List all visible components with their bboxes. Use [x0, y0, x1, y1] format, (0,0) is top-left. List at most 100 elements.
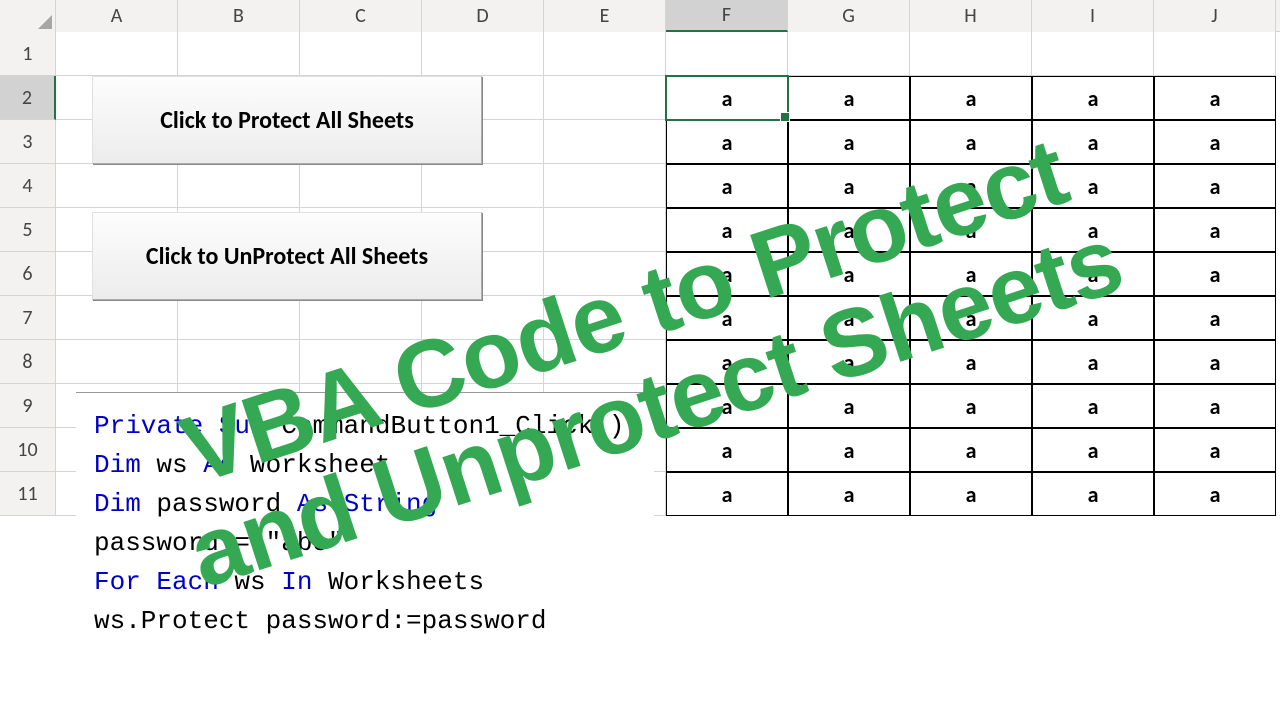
- cell-F11[interactable]: a: [666, 472, 788, 516]
- cell-G9[interactable]: a: [788, 384, 910, 428]
- cell-G3[interactable]: a: [788, 120, 910, 164]
- cell-J5[interactable]: a: [1154, 208, 1276, 252]
- cell-I8[interactable]: a: [1032, 340, 1154, 384]
- protect-button[interactable]: Click to Protect All Sheets: [92, 76, 482, 164]
- cell-C4[interactable]: [300, 164, 422, 208]
- cell-C1[interactable]: [300, 32, 422, 76]
- cell-H8[interactable]: a: [910, 340, 1032, 384]
- cell-A4[interactable]: [56, 164, 178, 208]
- col-header-E[interactable]: E: [544, 0, 666, 32]
- col-header-I[interactable]: I: [1032, 0, 1154, 32]
- row-header-7[interactable]: 7: [0, 296, 56, 340]
- cell-D4[interactable]: [422, 164, 544, 208]
- cell-D8[interactable]: [422, 340, 544, 384]
- cell-F6[interactable]: a: [666, 252, 788, 296]
- cell-B4[interactable]: [178, 164, 300, 208]
- cell-J3[interactable]: a: [1154, 120, 1276, 164]
- cell-I7[interactable]: a: [1032, 296, 1154, 340]
- row-header-9[interactable]: 9: [0, 384, 56, 428]
- cell-I5[interactable]: a: [1032, 208, 1154, 252]
- col-header-G[interactable]: G: [788, 0, 910, 32]
- col-header-F[interactable]: F: [666, 0, 788, 32]
- cell-F5[interactable]: a: [666, 208, 788, 252]
- row-header-10[interactable]: 10: [0, 428, 56, 472]
- cell-G7[interactable]: a: [788, 296, 910, 340]
- col-header-C[interactable]: C: [300, 0, 422, 32]
- cell-J11[interactable]: a: [1154, 472, 1276, 516]
- col-header-J[interactable]: J: [1154, 0, 1276, 32]
- cell-F9[interactable]: a: [666, 384, 788, 428]
- cell-F10[interactable]: a: [666, 428, 788, 472]
- row-header-8[interactable]: 8: [0, 340, 56, 384]
- row-header-4[interactable]: 4: [0, 164, 56, 208]
- cell-I2[interactable]: a: [1032, 76, 1154, 120]
- cell-F4[interactable]: a: [666, 164, 788, 208]
- cell-A1[interactable]: [56, 32, 178, 76]
- cell-H10[interactable]: a: [910, 428, 1032, 472]
- cell-G10[interactable]: a: [788, 428, 910, 472]
- cell-G1[interactable]: [788, 32, 910, 76]
- row-header-2[interactable]: 2: [0, 76, 56, 120]
- cell-J1[interactable]: [1154, 32, 1276, 76]
- cell-E6[interactable]: [544, 252, 666, 296]
- col-header-D[interactable]: D: [422, 0, 544, 32]
- cell-A8[interactable]: [56, 340, 178, 384]
- cell-G5[interactable]: a: [788, 208, 910, 252]
- cell-J6[interactable]: a: [1154, 252, 1276, 296]
- cell-B8[interactable]: [178, 340, 300, 384]
- cell-B7[interactable]: [178, 296, 300, 340]
- cell-C8[interactable]: [300, 340, 422, 384]
- cell-G6[interactable]: a: [788, 252, 910, 296]
- cell-E3[interactable]: [544, 120, 666, 164]
- cell-I9[interactable]: a: [1032, 384, 1154, 428]
- cell-J8[interactable]: a: [1154, 340, 1276, 384]
- cell-B1[interactable]: [178, 32, 300, 76]
- cell-E5[interactable]: [544, 208, 666, 252]
- cell-H2[interactable]: a: [910, 76, 1032, 120]
- cell-H3[interactable]: a: [910, 120, 1032, 164]
- cell-J7[interactable]: a: [1154, 296, 1276, 340]
- cell-G11[interactable]: a: [788, 472, 910, 516]
- row-header-1[interactable]: 1: [0, 32, 56, 76]
- cell-J9[interactable]: a: [1154, 384, 1276, 428]
- cell-F7[interactable]: a: [666, 296, 788, 340]
- cell-E8[interactable]: [544, 340, 666, 384]
- cell-H5[interactable]: a: [910, 208, 1032, 252]
- cell-G8[interactable]: a: [788, 340, 910, 384]
- cell-H7[interactable]: a: [910, 296, 1032, 340]
- cell-H11[interactable]: a: [910, 472, 1032, 516]
- row-header-11[interactable]: 11: [0, 472, 56, 516]
- col-header-H[interactable]: H: [910, 0, 1032, 32]
- unprotect-button[interactable]: Click to UnProtect All Sheets: [92, 212, 482, 300]
- cell-J10[interactable]: a: [1154, 428, 1276, 472]
- cell-J4[interactable]: a: [1154, 164, 1276, 208]
- cell-E1[interactable]: [544, 32, 666, 76]
- cell-I10[interactable]: a: [1032, 428, 1154, 472]
- cell-E2[interactable]: [544, 76, 666, 120]
- cell-I3[interactable]: a: [1032, 120, 1154, 164]
- cell-D1[interactable]: [422, 32, 544, 76]
- cell-I1[interactable]: [1032, 32, 1154, 76]
- cell-C7[interactable]: [300, 296, 422, 340]
- cell-I4[interactable]: a: [1032, 164, 1154, 208]
- cell-E7[interactable]: [544, 296, 666, 340]
- row-header-6[interactable]: 6: [0, 252, 56, 296]
- row-header-5[interactable]: 5: [0, 208, 56, 252]
- cell-H9[interactable]: a: [910, 384, 1032, 428]
- cell-D7[interactable]: [422, 296, 544, 340]
- cell-F8[interactable]: a: [666, 340, 788, 384]
- cell-J2[interactable]: a: [1154, 76, 1276, 120]
- cell-H6[interactable]: a: [910, 252, 1032, 296]
- cell-G2[interactable]: a: [788, 76, 910, 120]
- select-all-corner[interactable]: [0, 0, 56, 32]
- cell-I6[interactable]: a: [1032, 252, 1154, 296]
- cell-E4[interactable]: [544, 164, 666, 208]
- cell-F3[interactable]: a: [666, 120, 788, 164]
- cell-G4[interactable]: a: [788, 164, 910, 208]
- col-header-A[interactable]: A: [56, 0, 178, 32]
- cell-H4[interactable]: a: [910, 164, 1032, 208]
- cell-H1[interactable]: [910, 32, 1032, 76]
- cell-I11[interactable]: a: [1032, 472, 1154, 516]
- col-header-B[interactable]: B: [178, 0, 300, 32]
- cell-F1[interactable]: [666, 32, 788, 76]
